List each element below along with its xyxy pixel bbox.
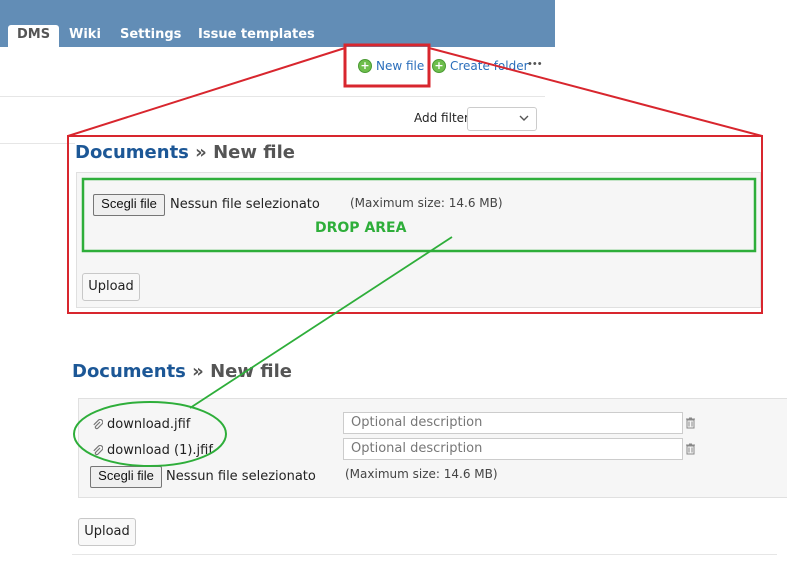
max-size-hint: (Maximum size: 14.6 MB) <box>345 467 498 481</box>
upload-button[interactable]: Upload <box>82 273 140 301</box>
paperclip-icon <box>93 418 103 429</box>
breadcrumb-separator: » <box>188 142 214 163</box>
chevron-down-icon <box>519 115 529 121</box>
add-icon: + <box>358 59 372 73</box>
new-file-label: New file <box>376 59 425 73</box>
max-size-hint: (Maximum size: 14.6 MB) <box>350 196 503 210</box>
tab-issue-templates[interactable]: Issue templates <box>198 25 315 47</box>
tab-settings[interactable]: Settings <box>120 25 181 47</box>
new-file-link[interactable]: + New file <box>358 59 424 73</box>
breadcrumb-documents[interactable]: Documents <box>75 142 189 163</box>
page-title: Documents » New file <box>75 142 295 163</box>
upload-button[interactable]: Upload <box>78 518 136 546</box>
tab-wiki[interactable]: Wiki <box>69 25 101 47</box>
attachment-item: download.jfif <box>92 417 190 432</box>
description-input[interactable]: Optional description <box>343 412 683 434</box>
delete-icon[interactable] <box>685 443 696 455</box>
choose-file-button[interactable]: Scegli file <box>90 466 162 488</box>
divider <box>0 96 545 97</box>
choose-file-button[interactable]: Scegli file <box>93 194 165 216</box>
upload-box <box>76 172 761 308</box>
page-title: Documents » New file <box>72 361 292 382</box>
add-icon: + <box>432 59 446 73</box>
add-filter-label: Add filter <box>414 111 469 125</box>
description-input[interactable]: Optional description <box>343 438 683 460</box>
paperclip-icon <box>93 444 103 455</box>
divider <box>72 554 777 555</box>
breadcrumb-separator: » <box>185 361 211 382</box>
divider <box>0 143 75 144</box>
tab-bar: DMS Wiki Settings Issue templates <box>0 0 555 47</box>
attachment-filename: download.jfif <box>107 417 191 432</box>
breadcrumb-current: New file <box>213 142 295 163</box>
drop-area-label: DROP AREA <box>315 220 407 236</box>
create-folder-label: Create folder <box>450 59 529 73</box>
attachment-filename: download (1).jfif <box>107 443 213 458</box>
no-file-text: Nessun file selezionato <box>170 197 320 212</box>
no-file-text: Nessun file selezionato <box>166 469 316 484</box>
delete-icon[interactable] <box>685 417 696 429</box>
create-folder-link[interactable]: + Create folder <box>432 59 529 73</box>
tab-dms[interactable]: DMS <box>8 25 60 47</box>
callout-line <box>67 47 346 137</box>
more-icon[interactable]: ••• <box>528 58 543 70</box>
breadcrumb-documents[interactable]: Documents <box>72 361 186 382</box>
breadcrumb-current: New file <box>210 361 292 382</box>
attachment-item: download (1).jfif <box>92 443 213 458</box>
add-filter-select[interactable] <box>467 107 537 131</box>
